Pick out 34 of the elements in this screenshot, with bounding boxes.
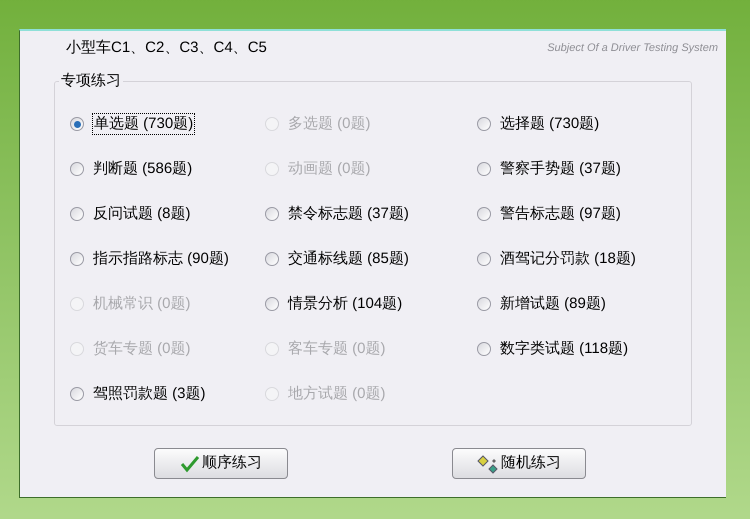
option-label[interactable]: 禁令标志题 (37题) [288,204,409,224]
option-label[interactable]: 酒驾记分罚款 (18题) [500,249,636,269]
option-label[interactable]: 警告标志题 (97题) [500,204,621,224]
option-label[interactable]: 交通标线题 (85题) [288,249,409,269]
option-label[interactable]: 选择题 (730题) [500,114,600,134]
radio-button[interactable] [477,162,491,176]
radio-button[interactable] [70,207,84,221]
radio-button[interactable] [477,297,491,311]
option-label[interactable]: 反问试题 (8题) [93,204,190,224]
option-label[interactable]: 新增试题 (89题) [500,294,606,314]
radio-button[interactable] [477,207,491,221]
option-label[interactable]: 判断题 (586题) [93,159,192,179]
app-subtitle: Subject Of a Driver Testing System [547,41,718,56]
option-label[interactable]: 警察手势题 (37题) [500,159,621,179]
checkmark-icon [180,454,200,472]
radio-button[interactable] [265,297,279,311]
radio-button[interactable] [265,252,279,266]
option-label[interactable]: 驾照罚款题 (3题) [93,384,206,404]
practice-button[interactable]: 顺序练习 [154,448,288,479]
radio-button[interactable] [477,252,491,266]
radio-button[interactable] [265,207,279,221]
radio-button[interactable] [70,252,84,266]
option-label[interactable]: 单选题 (730题) [93,114,194,134]
radio-button[interactable] [477,342,491,356]
practice-button[interactable]: 随机练习 [452,448,586,479]
diamonds-icon [477,454,499,474]
option-label[interactable]: 指示指路标志 (90题) [93,249,229,269]
radio-button[interactable] [70,162,84,176]
vehicle-class-title: 小型车C1、C2、C3、C4、C5 [66,38,267,58]
radio-button[interactable] [477,117,491,131]
option-label[interactable]: 数字类试题 (118题) [500,339,628,359]
radio-button[interactable] [70,117,84,131]
radio-button[interactable] [70,387,84,401]
option-label[interactable]: 情景分析 (104题) [288,294,402,314]
